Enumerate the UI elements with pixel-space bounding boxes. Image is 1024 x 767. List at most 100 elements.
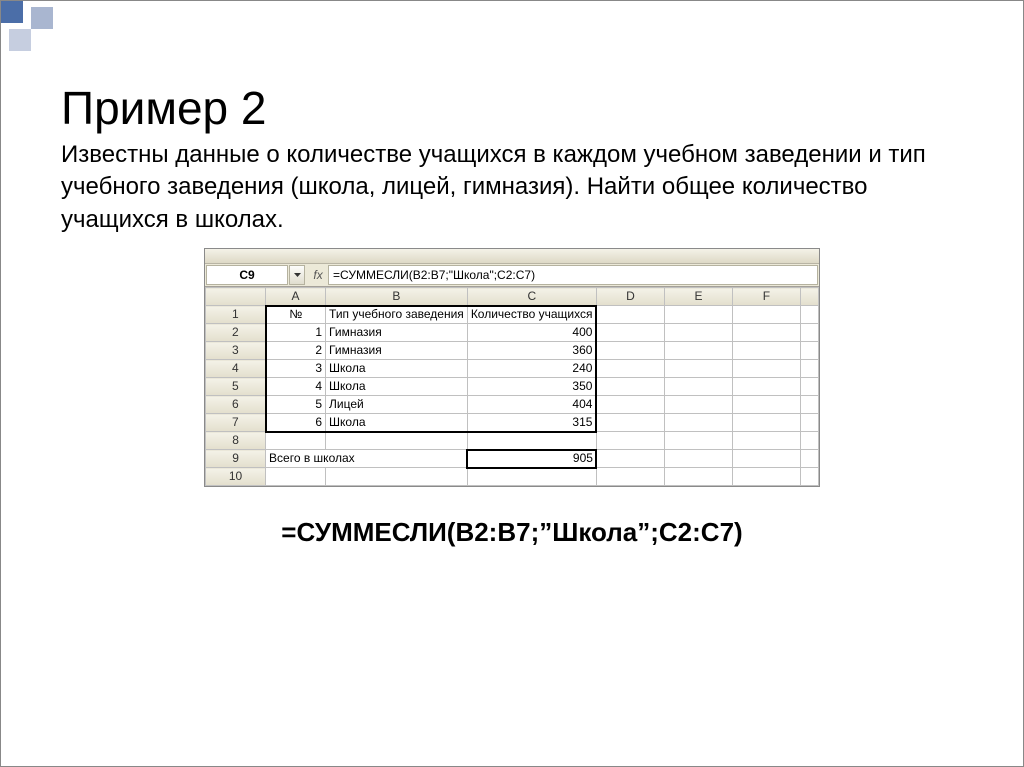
cell[interactable] <box>800 342 818 360</box>
cell[interactable] <box>732 432 800 450</box>
cell[interactable] <box>732 324 800 342</box>
cell[interactable] <box>266 468 326 486</box>
cell[interactable]: 404 <box>467 396 596 414</box>
spreadsheet-grid[interactable]: A B C D E F 1 № Тип учебного заведения К… <box>205 287 819 486</box>
cell[interactable]: 5 <box>266 396 326 414</box>
cell[interactable] <box>664 414 732 432</box>
cell[interactable]: 240 <box>467 360 596 378</box>
cell[interactable]: 6 <box>266 414 326 432</box>
cell[interactable] <box>800 306 818 324</box>
col-header-E[interactable]: E <box>664 288 732 306</box>
cell[interactable]: 1 <box>266 324 326 342</box>
col-header-C[interactable]: C <box>467 288 596 306</box>
cell[interactable] <box>596 450 664 468</box>
cell[interactable] <box>467 468 596 486</box>
table-row: 7 6 Школа 315 <box>206 414 819 432</box>
cell[interactable] <box>664 360 732 378</box>
cell[interactable]: 3 <box>266 360 326 378</box>
cell[interactable]: 360 <box>467 342 596 360</box>
cell-total-label[interactable]: Всего в школах <box>266 450 468 468</box>
cell[interactable] <box>800 324 818 342</box>
cell[interactable]: Количество учащихся <box>467 306 596 324</box>
cell[interactable] <box>596 468 664 486</box>
cell[interactable]: Школа <box>326 360 468 378</box>
row-header[interactable]: 9 <box>206 450 266 468</box>
col-header-A[interactable]: A <box>266 288 326 306</box>
cell[interactable] <box>596 324 664 342</box>
cell[interactable] <box>732 450 800 468</box>
cell[interactable] <box>664 324 732 342</box>
cell[interactable]: Школа <box>326 414 468 432</box>
cell[interactable] <box>664 450 732 468</box>
cell[interactable] <box>596 432 664 450</box>
cell[interactable] <box>664 378 732 396</box>
table-row: 5 4 Школа 350 <box>206 378 819 396</box>
cell[interactable]: 2 <box>266 342 326 360</box>
col-header-D[interactable]: D <box>596 288 664 306</box>
cell[interactable]: Лицей <box>326 396 468 414</box>
cell[interactable] <box>326 468 468 486</box>
fx-button[interactable]: fx <box>309 264 327 286</box>
name-box[interactable]: C9 <box>206 265 288 285</box>
cell[interactable] <box>596 342 664 360</box>
formula-input[interactable]: =СУММЕСЛИ(B2:B7;"Школа";C2:C7) <box>328 265 818 285</box>
cell-selected[interactable]: 905 <box>467 450 596 468</box>
col-header-edge <box>800 288 818 306</box>
row-header[interactable]: 6 <box>206 396 266 414</box>
cell[interactable] <box>596 360 664 378</box>
cell[interactable] <box>732 468 800 486</box>
cell[interactable] <box>664 396 732 414</box>
cell[interactable] <box>596 306 664 324</box>
cell[interactable] <box>596 396 664 414</box>
select-all-corner[interactable] <box>206 288 266 306</box>
cell[interactable] <box>664 342 732 360</box>
slide: Пример 2 Известны данные о количестве уч… <box>0 0 1024 767</box>
cell[interactable]: Школа <box>326 378 468 396</box>
row-header[interactable]: 1 <box>206 306 266 324</box>
cell[interactable]: 315 <box>467 414 596 432</box>
column-header-row: A B C D E F <box>206 288 819 306</box>
row-header[interactable]: 3 <box>206 342 266 360</box>
cell[interactable] <box>800 360 818 378</box>
table-row: 3 2 Гимназия 360 <box>206 342 819 360</box>
cell[interactable] <box>732 342 800 360</box>
cell[interactable]: № <box>266 306 326 324</box>
cell[interactable]: 4 <box>266 378 326 396</box>
cell[interactable] <box>467 432 596 450</box>
cell[interactable] <box>732 378 800 396</box>
cell[interactable] <box>664 468 732 486</box>
row-header[interactable]: 8 <box>206 432 266 450</box>
cell[interactable] <box>800 414 818 432</box>
cell[interactable] <box>326 432 468 450</box>
col-header-F[interactable]: F <box>732 288 800 306</box>
cell[interactable]: Тип учебного заведения <box>326 306 468 324</box>
cell[interactable]: 350 <box>467 378 596 396</box>
cell[interactable] <box>596 378 664 396</box>
cell[interactable] <box>800 432 818 450</box>
cell[interactable] <box>596 414 664 432</box>
cell[interactable]: Гимназия <box>326 324 468 342</box>
name-box-dropdown[interactable] <box>289 265 305 285</box>
table-row: 2 1 Гимназия 400 <box>206 324 819 342</box>
excel-toolbar-strip <box>205 249 819 264</box>
cell[interactable] <box>732 360 800 378</box>
cell[interactable] <box>732 396 800 414</box>
cell[interactable] <box>800 468 818 486</box>
cell[interactable]: Гимназия <box>326 342 468 360</box>
row-header[interactable]: 4 <box>206 360 266 378</box>
cell[interactable] <box>800 396 818 414</box>
cell[interactable] <box>800 450 818 468</box>
table-row: 4 3 Школа 240 <box>206 360 819 378</box>
cell[interactable] <box>664 432 732 450</box>
cell[interactable] <box>664 306 732 324</box>
row-header[interactable]: 5 <box>206 378 266 396</box>
cell[interactable] <box>732 306 800 324</box>
cell[interactable] <box>732 414 800 432</box>
col-header-B[interactable]: B <box>326 288 468 306</box>
cell[interactable] <box>800 378 818 396</box>
row-header[interactable]: 7 <box>206 414 266 432</box>
row-header[interactable]: 10 <box>206 468 266 486</box>
cell[interactable]: 400 <box>467 324 596 342</box>
row-header[interactable]: 2 <box>206 324 266 342</box>
cell[interactable] <box>266 432 326 450</box>
